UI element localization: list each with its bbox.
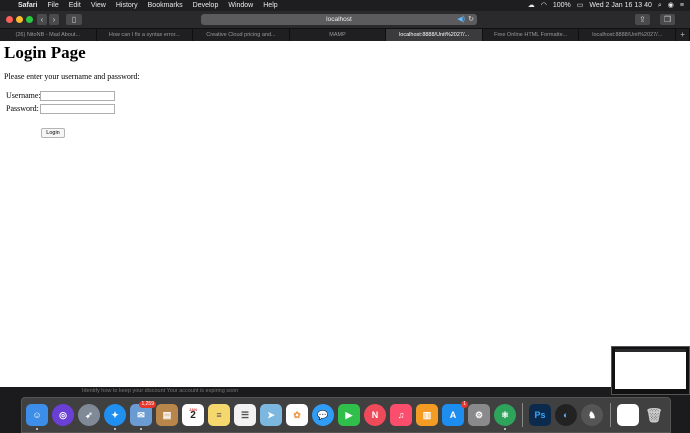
menu-window[interactable]: Window [223, 0, 258, 11]
tab-syntax-error[interactable]: How can I fix a syntax error... [97, 29, 194, 41]
menu-help[interactable]: Help [258, 0, 282, 11]
user-icon[interactable]: ◉ [668, 0, 674, 11]
running-indicator [114, 428, 116, 430]
creative-cloud-icon[interactable]: ☁ [528, 0, 535, 11]
screen-recorder-icon[interactable]: ◐ [555, 404, 577, 426]
password-field[interactable] [40, 104, 115, 114]
menu-bar: Safari File Edit View History Bookmarks … [0, 0, 690, 11]
contacts-icon[interactable]: ▤ [156, 404, 178, 426]
username-field[interactable] [40, 91, 115, 101]
tab-mamp[interactable]: MAMP [290, 29, 387, 41]
battery-icon[interactable]: ▭ [577, 0, 584, 11]
spotlight-icon[interactable]: ⌕ [658, 0, 662, 11]
running-indicator [504, 428, 506, 430]
page-title: Login Page [4, 43, 86, 62]
trash-icon[interactable]: 🗑 [643, 404, 665, 426]
atom-icon[interactable]: ⚛ [494, 404, 516, 426]
address-bar[interactable]: localhost ◀) ↻ [201, 14, 477, 25]
tab-html-formatter[interactable]: Free Online HTML Formatte... [483, 29, 580, 41]
running-indicator [36, 428, 38, 430]
running-indicator [140, 428, 142, 430]
mail-badge: 1,259 [139, 401, 156, 408]
address-text: localhost [326, 16, 352, 23]
mail-icon[interactable]: ✉ 1,259 [130, 401, 156, 426]
back-button[interactable]: ‹ [37, 14, 47, 25]
calendar-icon[interactable]: JAN 2 [182, 404, 204, 426]
safari-window: ‹ › ▯ localhost ◀) ↻ ⇪ ❐ (26) NitoNB - M… [0, 11, 690, 387]
menu-bookmarks[interactable]: Bookmarks [143, 0, 188, 11]
browser-toolbar: ‹ › ▯ localhost ◀) ↻ ⇪ ❐ [0, 11, 690, 29]
system-preferences-icon[interactable]: ⚙ [468, 404, 490, 426]
siri-icon[interactable]: ◎ [52, 404, 74, 426]
maps-icon[interactable]: ➤ [260, 404, 282, 426]
tab-nitonb[interactable]: (26) NitoNB - Mad About... [0, 29, 97, 41]
calendar-month: JAN [188, 407, 197, 412]
tab-localhost-2[interactable]: localhost:8888/Unit%2027/... [579, 29, 677, 41]
menu-clock[interactable]: Wed 2 Jan 16 13 40 [589, 0, 652, 11]
screenshot-thumbnail[interactable] [611, 346, 690, 395]
thumbnail-page [615, 352, 686, 389]
notification-center-icon[interactable]: ≡ [680, 0, 684, 11]
username-label: Username: [6, 91, 41, 100]
reload-icon[interactable]: ↻ [468, 14, 474, 25]
dock-separator [610, 403, 611, 427]
finder-icon[interactable]: ☺ [26, 404, 48, 426]
music-icon[interactable]: ♫ [390, 404, 412, 426]
dock-separator [522, 403, 523, 427]
notes-icon[interactable]: ≡ [208, 404, 230, 426]
safari-icon[interactable]: ✦ [104, 404, 126, 426]
page-content: Login Page Please enter your username an… [0, 41, 690, 387]
app-store-icon[interactable]: A1 [442, 401, 468, 426]
show-tabs-icon[interactable]: ❐ [660, 14, 675, 25]
launchpad-icon[interactable]: ➶ [78, 404, 100, 426]
wifi-icon[interactable]: ◠ [541, 0, 547, 11]
facetime-icon[interactable]: ▶ [338, 404, 360, 426]
close-window-button[interactable] [6, 16, 13, 23]
login-button[interactable]: Login [41, 128, 65, 138]
dock: ☺ ◎ ➶ ✦ ✉ 1,259 ▤ JAN 2 ≡ ☰ ➤ ✿ 💬 ▶ N ♫ ▥… [21, 397, 671, 433]
new-tab-button[interactable]: + [676, 29, 690, 41]
messages-icon[interactable]: 💬 [312, 404, 334, 426]
news-icon[interactable]: N [364, 404, 386, 426]
document-stack-icon[interactable] [617, 404, 639, 426]
app-store-badge: 1 [461, 401, 468, 408]
password-label: Password: [6, 104, 39, 113]
menu-develop[interactable]: Develop [188, 0, 224, 11]
tab-localhost-active[interactable]: localhost:8888/Unit%2027/... [386, 29, 483, 41]
tab-creative-cloud[interactable]: Creative Cloud pricing and... [193, 29, 290, 41]
zoom-window-button[interactable] [26, 16, 33, 23]
menu-app-safari[interactable]: Safari [13, 0, 42, 11]
menu-view[interactable]: View [86, 0, 111, 11]
audio-playing-icon[interactable]: ◀) [457, 14, 465, 25]
photoshop-icon[interactable]: Ps [529, 404, 551, 426]
menu-history[interactable]: History [111, 0, 143, 11]
share-icon[interactable]: ⇪ [635, 14, 650, 25]
photos-icon[interactable]: ✿ [286, 404, 308, 426]
forward-button[interactable]: › [49, 14, 59, 25]
menu-file[interactable]: File [42, 0, 63, 11]
battery-percent[interactable]: 100% [553, 0, 571, 11]
intro-text: Please enter your username and password: [4, 72, 140, 81]
sidebar-toggle-icon[interactable]: ▯ [66, 14, 82, 25]
background-notification-text: Identify how to keep your discount Your … [82, 388, 239, 394]
minimize-window-button[interactable] [16, 16, 23, 23]
menu-edit[interactable]: Edit [64, 0, 86, 11]
mamp-icon[interactable]: ♞ [581, 404, 603, 426]
books-icon[interactable]: ▥ [416, 404, 438, 426]
reminders-icon[interactable]: ☰ [234, 404, 256, 426]
